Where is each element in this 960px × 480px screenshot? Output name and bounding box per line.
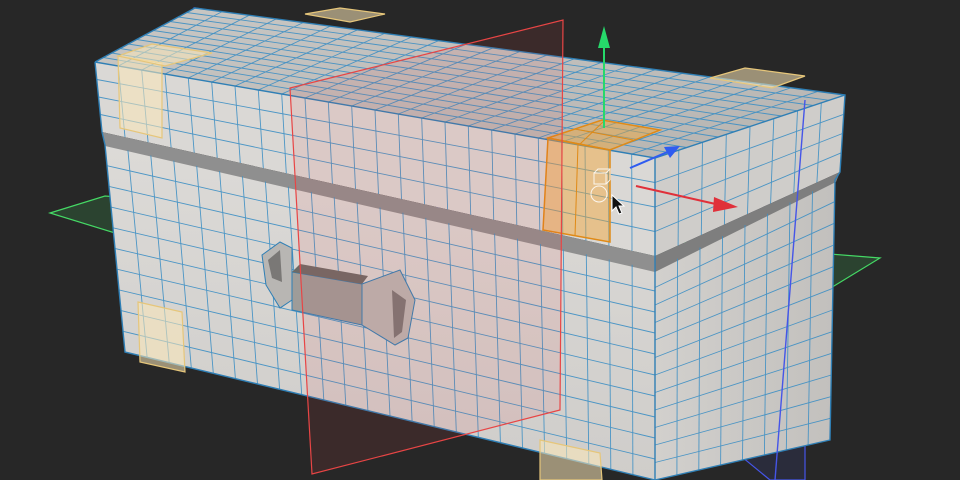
corner-faces-base-left[interactable] xyxy=(137,301,186,373)
corner-faces-front-left[interactable] xyxy=(117,55,163,139)
x-symmetry-plane xyxy=(289,19,564,475)
3d-viewport[interactable] xyxy=(0,0,960,480)
